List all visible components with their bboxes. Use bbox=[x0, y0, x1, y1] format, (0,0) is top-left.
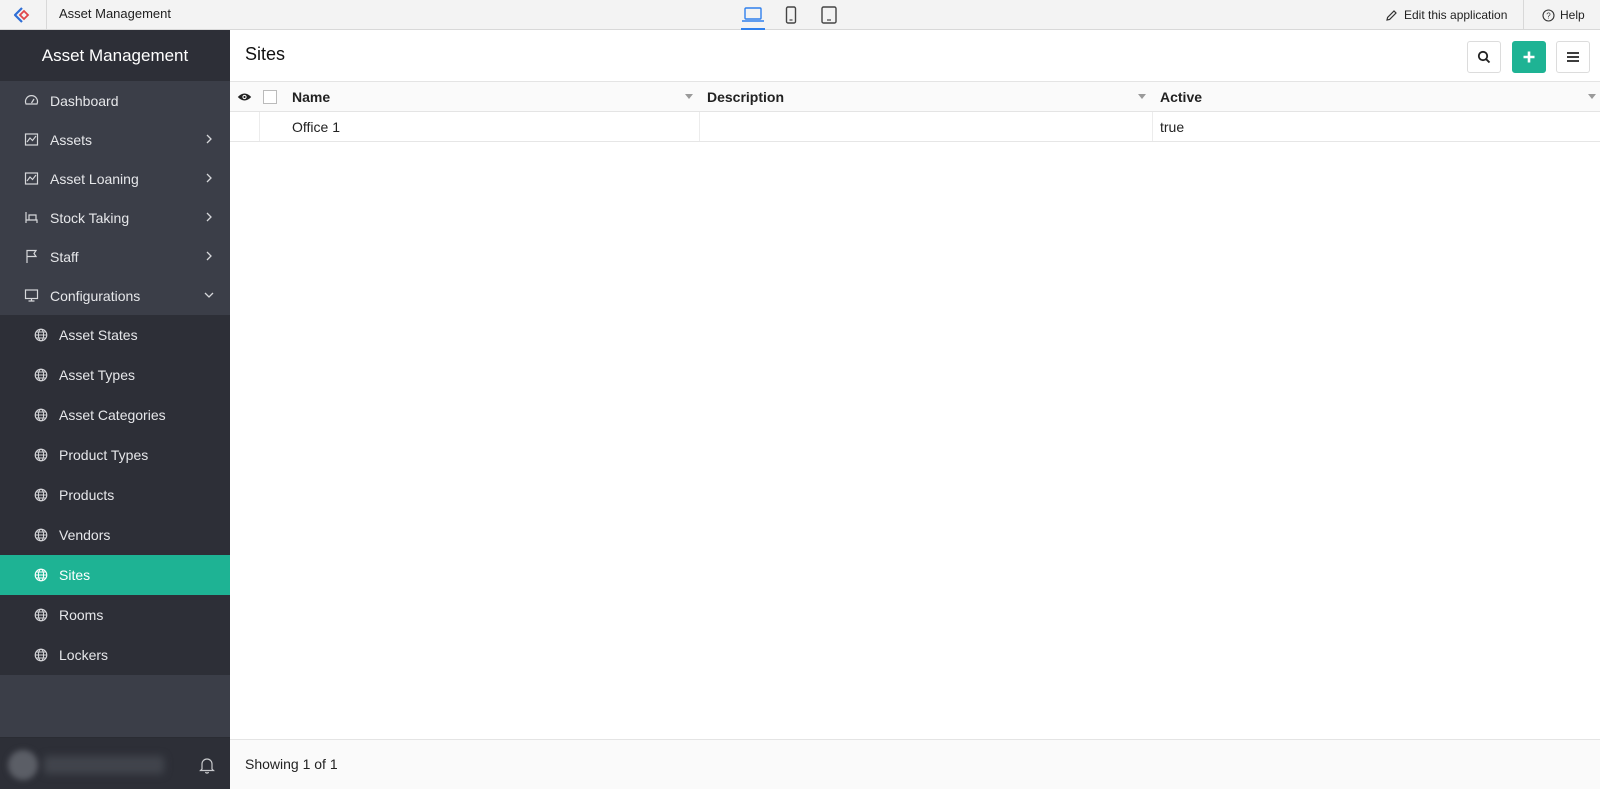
sidebar-subitem-product-types[interactable]: Product Types bbox=[0, 435, 230, 475]
sidebar-item-asset-loaning[interactable]: Asset Loaning bbox=[0, 159, 230, 198]
chevron-down-icon bbox=[202, 288, 216, 302]
phone-icon[interactable] bbox=[772, 0, 810, 30]
desk-icon bbox=[23, 209, 40, 226]
monitor-icon bbox=[23, 287, 40, 304]
chevron-right-icon bbox=[202, 249, 216, 263]
search-icon bbox=[1477, 50, 1491, 64]
svg-text:?: ? bbox=[1546, 11, 1551, 20]
sidebar-subitem-label: Vendors bbox=[59, 527, 111, 543]
column-divider bbox=[1152, 112, 1153, 141]
chevron-right-icon bbox=[202, 171, 216, 185]
sidebar-subitem-label: Asset Categories bbox=[59, 407, 166, 423]
chevron-right-icon bbox=[202, 210, 216, 224]
column-header-description[interactable]: Description bbox=[707, 82, 784, 111]
sidebar-item-label: Stock Taking bbox=[50, 209, 130, 226]
sidebar-item-configurations[interactable]: Configurations bbox=[0, 276, 230, 315]
sidebar-subitem-label: Rooms bbox=[59, 607, 104, 623]
bell-icon[interactable] bbox=[197, 755, 217, 775]
device-switcher bbox=[734, 0, 848, 30]
sidebar-item-dashboard[interactable]: Dashboard bbox=[0, 81, 230, 120]
flag-icon bbox=[23, 248, 40, 265]
help-button[interactable]: ? Help bbox=[1542, 0, 1585, 30]
dashboard-icon bbox=[23, 92, 40, 109]
globe-icon bbox=[33, 447, 49, 463]
edit-application-label: Edit this application bbox=[1404, 8, 1508, 22]
sidebar-subitem-sites[interactable]: Sites bbox=[0, 555, 230, 595]
records-table: Name Description Active Office 1 true bbox=[230, 81, 1600, 142]
plus-icon bbox=[1523, 51, 1535, 63]
sidebar-footer bbox=[0, 737, 230, 789]
sidebar-subitem-asset-states[interactable]: Asset States bbox=[0, 315, 230, 355]
user-name-redacted bbox=[44, 756, 164, 774]
sidebar-subitem-vendors[interactable]: Vendors bbox=[0, 515, 230, 555]
column-divider bbox=[259, 112, 260, 141]
sort-caret-icon[interactable] bbox=[685, 94, 693, 99]
avatar[interactable] bbox=[8, 750, 38, 780]
topbar-divider bbox=[1523, 0, 1524, 30]
sidebar-item-assets[interactable]: Assets bbox=[0, 120, 230, 159]
record-count: Showing 1 of 1 bbox=[245, 756, 338, 772]
chart-icon bbox=[23, 131, 40, 148]
app-title: Asset Management bbox=[59, 6, 172, 21]
eye-icon[interactable] bbox=[237, 82, 252, 111]
chart-icon bbox=[23, 170, 40, 187]
sidebar-subitem-asset-types[interactable]: Asset Types bbox=[0, 355, 230, 395]
sidebar-subitem-label: Asset Types bbox=[59, 367, 136, 383]
globe-icon bbox=[33, 487, 49, 503]
sidebar-item-label: Asset Loaning bbox=[50, 170, 139, 187]
table-header: Name Description Active bbox=[230, 81, 1600, 112]
sidebar-subitem-label: Asset States bbox=[59, 327, 138, 343]
table-footer: Showing 1 of 1 bbox=[230, 739, 1600, 789]
table-row[interactable]: Office 1 true bbox=[230, 112, 1600, 142]
edit-application-button[interactable]: Edit this application bbox=[1385, 0, 1507, 30]
column-header-active[interactable]: Active bbox=[1160, 82, 1202, 111]
app-logo-icon[interactable] bbox=[0, 0, 47, 30]
sidebar-item-stock-taking[interactable]: Stock Taking bbox=[0, 198, 230, 237]
cell-active: true bbox=[1160, 118, 1185, 135]
sort-caret-icon[interactable] bbox=[1138, 94, 1146, 99]
help-icon: ? bbox=[1542, 8, 1555, 22]
main-content: Sites Name Description Active Office 1 t… bbox=[230, 30, 1600, 789]
sidebar: Asset Management Dashboard Assets Asset … bbox=[0, 30, 230, 789]
select-all-checkbox[interactable] bbox=[263, 82, 277, 111]
chevron-right-icon bbox=[202, 132, 216, 146]
column-header-name[interactable]: Name bbox=[292, 82, 330, 111]
sidebar-subitem-label: Products bbox=[59, 487, 115, 503]
column-divider bbox=[699, 112, 700, 141]
hamburger-icon bbox=[1567, 52, 1579, 62]
page-title: Sites bbox=[245, 44, 286, 64]
sidebar-subitem-products[interactable]: Products bbox=[0, 475, 230, 515]
sidebar-item-label: Dashboard bbox=[50, 92, 119, 109]
tablet-icon[interactable] bbox=[810, 0, 848, 30]
sidebar-header: Asset Management bbox=[0, 30, 230, 81]
add-record-button[interactable] bbox=[1512, 41, 1546, 73]
sort-caret-icon[interactable] bbox=[1588, 94, 1596, 99]
sidebar-subitem-label: Sites bbox=[59, 567, 91, 583]
globe-icon bbox=[33, 367, 49, 383]
top-bar: Asset Management Edit this application ?… bbox=[0, 0, 1600, 30]
sidebar-subitem-label: Lockers bbox=[59, 647, 109, 663]
globe-icon bbox=[33, 327, 49, 343]
globe-icon bbox=[33, 647, 49, 663]
sidebar-item-label: Configurations bbox=[50, 287, 141, 304]
globe-icon bbox=[33, 527, 49, 543]
configurations-submenu: Asset States Asset Types Asset Categorie… bbox=[0, 315, 230, 675]
globe-icon bbox=[33, 567, 49, 583]
sidebar-item-label: Staff bbox=[50, 248, 79, 265]
sidebar-item-label: Assets bbox=[50, 131, 93, 148]
cell-name: Office 1 bbox=[292, 118, 340, 135]
sidebar-subitem-lockers[interactable]: Lockers bbox=[0, 635, 230, 675]
globe-icon bbox=[33, 607, 49, 623]
globe-icon bbox=[33, 407, 49, 423]
help-label: Help bbox=[1560, 8, 1585, 22]
laptop-icon[interactable] bbox=[734, 0, 772, 30]
sidebar-subitem-label: Product Types bbox=[59, 447, 149, 463]
sidebar-subitem-rooms[interactable]: Rooms bbox=[0, 595, 230, 635]
search-button[interactable] bbox=[1467, 41, 1501, 73]
menu-button[interactable] bbox=[1556, 41, 1590, 73]
sidebar-subitem-asset-categories[interactable]: Asset Categories bbox=[0, 395, 230, 435]
pencil-icon bbox=[1386, 9, 1397, 21]
sidebar-item-staff[interactable]: Staff bbox=[0, 237, 230, 276]
